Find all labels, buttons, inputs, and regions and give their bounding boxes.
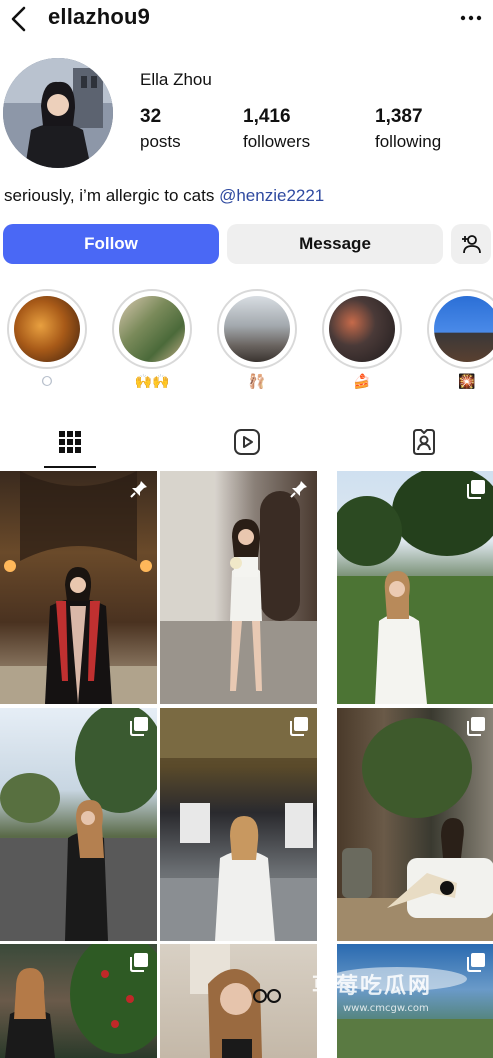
follow-button[interactable]: Follow (3, 224, 219, 264)
profile-display-name: Ella Zhou (140, 70, 212, 89)
post-photo (337, 471, 493, 704)
carousel-icon (467, 480, 485, 499)
grid-icon (59, 431, 81, 453)
carousel-icon (467, 953, 485, 972)
stat-followers[interactable]: 1,416 followers (243, 106, 310, 152)
highlight-item[interactable] (112, 289, 192, 369)
grid-post[interactable] (160, 944, 317, 1058)
active-tab-indicator (44, 466, 96, 468)
highlight-item[interactable] (217, 289, 297, 369)
followers-count: 1,416 (243, 106, 291, 127)
more-icon (460, 15, 482, 21)
bio-mention-link[interactable]: @henzie2221 (219, 186, 324, 205)
tagged-icon (413, 429, 435, 455)
reels-icon (234, 429, 260, 455)
post-photo (0, 471, 157, 704)
watermark-text: 草莓吃瓜网 (312, 974, 433, 999)
tab-reels[interactable] (227, 424, 267, 460)
post-photo (337, 718, 493, 941)
highlight-label: 🩰 (248, 373, 266, 389)
top-bar: ellazhou9 (0, 0, 493, 40)
highlight-item[interactable] (427, 289, 493, 369)
highlight-item[interactable] (322, 289, 402, 369)
highlight-cover-temple (434, 296, 493, 362)
stat-posts: 32 posts (140, 106, 181, 152)
highlight-label: ⭘ (41, 373, 53, 389)
highlight-cover-window (224, 296, 290, 362)
more-options-button[interactable] (457, 6, 485, 30)
following-label: following (375, 132, 442, 151)
bio-text: seriously, i’m allergic to cats (4, 186, 220, 205)
grid-post[interactable] (0, 944, 157, 1058)
suggested-users-button[interactable] (451, 224, 491, 264)
post-photo (190, 944, 281, 1058)
grid-post[interactable] (0, 471, 157, 704)
highlight-cover-restaurant (329, 296, 395, 362)
grid-post[interactable] (160, 708, 317, 941)
highlight-label: 🎇 (458, 373, 476, 389)
pin-icon (130, 481, 147, 498)
person-add-icon (462, 235, 481, 254)
grid-post[interactable] (160, 471, 317, 704)
profile-avatar[interactable] (3, 58, 113, 168)
carousel-icon (130, 953, 148, 972)
profile-username: ellazhou9 (48, 4, 151, 29)
carousel-icon (467, 717, 485, 736)
tab-posts[interactable] (50, 424, 90, 460)
post-photo (0, 708, 157, 941)
grid-post[interactable] (337, 944, 493, 1058)
carousel-icon (130, 717, 148, 736)
post-photo (160, 708, 317, 941)
back-button[interactable] (8, 4, 30, 34)
post-photo (160, 471, 317, 704)
stat-following[interactable]: 1,387 following (375, 106, 441, 152)
highlight-cover-drinks (119, 296, 185, 362)
watermark-url: www.cmcgw.com (343, 1003, 429, 1014)
highlight-label: 🍰 (353, 373, 371, 389)
followers-label: followers (243, 132, 311, 151)
chevron-left-icon (11, 6, 26, 32)
message-button[interactable]: Message (227, 224, 443, 264)
following-count: 1,387 (375, 106, 423, 127)
profile-bio: seriously, i’m allergic to cats @henzie2… (4, 186, 324, 206)
highlight-label: 🙌🙌 (134, 373, 170, 389)
avatar-photo (3, 58, 113, 168)
grid-post[interactable] (0, 708, 157, 941)
highlight-cover-stairs (14, 296, 80, 362)
highlight-item[interactable] (7, 289, 87, 369)
tab-tagged[interactable] (404, 424, 444, 460)
grid-post[interactable] (337, 471, 493, 704)
posts-label: posts (140, 132, 181, 151)
grid-post[interactable] (337, 708, 493, 941)
posts-count: 32 (140, 106, 162, 127)
carousel-icon (290, 717, 308, 736)
pin-icon (290, 481, 307, 498)
